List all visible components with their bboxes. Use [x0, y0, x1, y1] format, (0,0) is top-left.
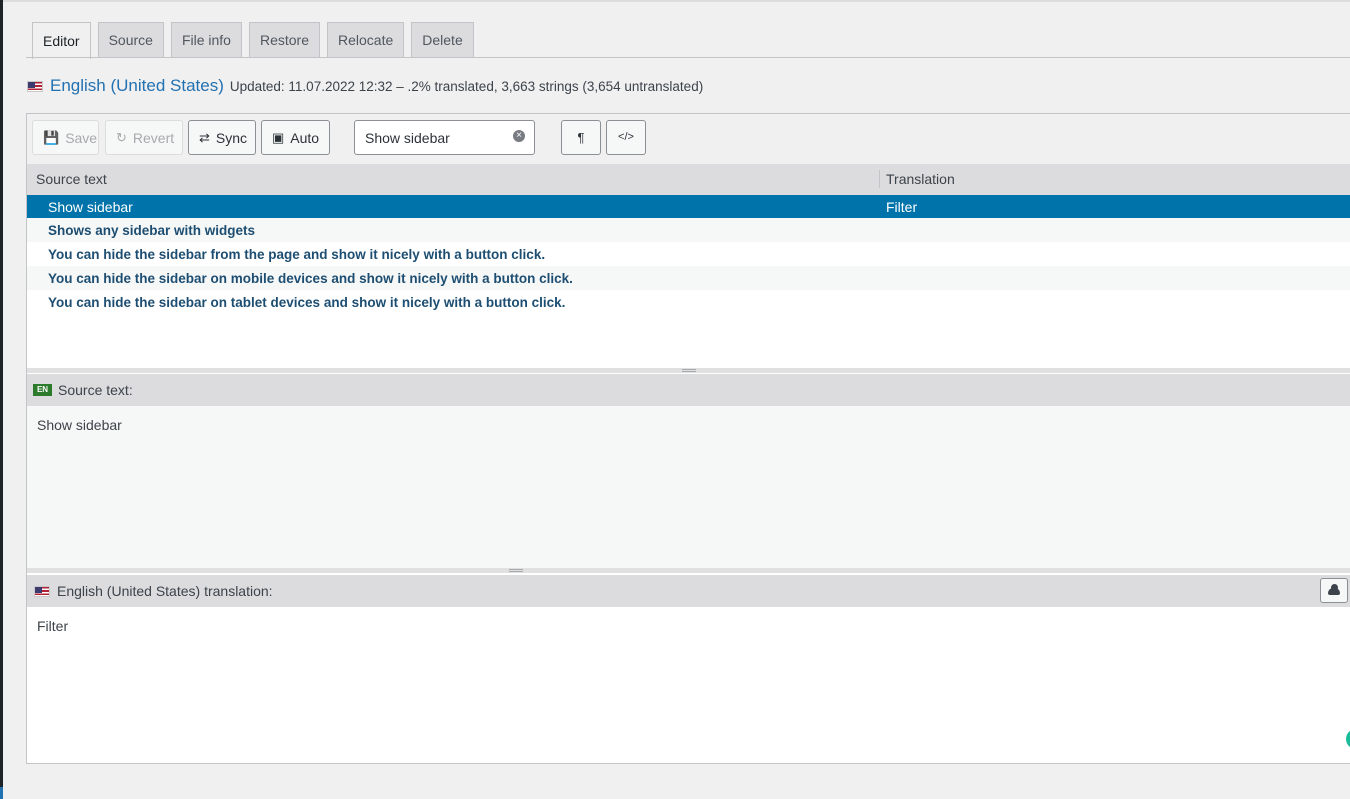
table-row[interactable]: You can hide the sidebar on tablet devic… [27, 290, 1350, 314]
revert-label: Revert [132, 129, 175, 146]
row-translation-text: Filter [886, 199, 918, 215]
locale-header: English (United States) Updated: 11.07.2… [27, 76, 703, 96]
filter-input[interactable] [354, 120, 535, 155]
save-button[interactable]: 💾 Save [32, 120, 99, 155]
table-row[interactable]: Show sidebar Filter [27, 195, 1350, 218]
strings-list: Show sidebar Filter Shows any sidebar wi… [27, 195, 1350, 314]
top-bar-shadow [3, 0, 1350, 2]
editor-toolbar: 💾 Save ↻ Revert ⇄ Sync ▣ Auto × ¶ </> [27, 114, 1350, 164]
source-text-title: Source text: [58, 382, 133, 398]
row-source-text: You can hide the sidebar on mobile devic… [48, 271, 573, 286]
translation-textarea[interactable]: Filter [27, 607, 1350, 763]
locale-status: Updated: 11.07.2022 12:32 – .2% translat… [229, 78, 704, 94]
auto-translate-button[interactable]: ▣ Auto [261, 120, 330, 155]
revert-button[interactable]: ↻ Revert [105, 120, 183, 155]
tab-file-info[interactable]: File info [170, 22, 242, 57]
code-icon: </> [618, 131, 634, 143]
source-text-view: Show sidebar [27, 406, 1350, 568]
sync-button[interactable]: ⇄ Sync [188, 120, 256, 155]
cloud-icon [1328, 584, 1340, 595]
admin-sidebar-edge [0, 0, 3, 799]
admin-sidebar-active-edge [0, 787, 3, 799]
grid-header: Source text Translation [27, 164, 1350, 195]
source-text-content: Show sidebar [37, 417, 122, 433]
translation-editor: Filter [27, 607, 1350, 763]
auto-label: Auto [290, 129, 320, 146]
editor-tabs: Editor Source File info Restore Relocate… [32, 22, 474, 59]
locale-name-link[interactable]: English (United States) [50, 76, 224, 96]
row-source-text: Shows any sidebar with widgets [48, 223, 256, 238]
save-icon: 💾 [43, 130, 60, 145]
table-row[interactable]: Shows any sidebar with widgets [27, 218, 1350, 242]
cloud-suggest-button[interactable] [1320, 578, 1348, 603]
toggle-invisibles-button[interactable]: ¶ [561, 120, 601, 155]
grip-icon [681, 369, 696, 372]
table-row[interactable]: You can hide the sidebar on mobile devic… [27, 266, 1350, 290]
source-text-header: EN Source text: [27, 374, 1350, 406]
tab-delete[interactable]: Delete [411, 22, 474, 57]
tab-restore[interactable]: Restore [248, 22, 320, 57]
revert-icon: ↻ [116, 130, 127, 145]
toggle-code-view-button[interactable]: </> [606, 120, 646, 155]
save-label: Save [65, 129, 98, 146]
us-flag-icon [34, 586, 50, 597]
pilcrow-icon: ¶ [577, 130, 585, 145]
column-header-source[interactable]: Source text [36, 171, 107, 187]
robot-icon: ▣ [272, 130, 285, 145]
sync-label: Sync [215, 129, 248, 146]
translation-title: English (United States) translation: [57, 583, 273, 599]
row-source-text: You can hide the sidebar from the page a… [48, 247, 546, 262]
tab-source[interactable]: Source [97, 22, 164, 57]
tab-relocate[interactable]: Relocate [327, 22, 405, 57]
grip-icon [508, 569, 523, 572]
source-splitter[interactable] [27, 568, 1350, 573]
table-row[interactable]: You can hide the sidebar from the page a… [27, 242, 1350, 266]
en-badge: EN [33, 384, 52, 396]
us-flag-icon [27, 80, 43, 92]
editor-panel: 💾 Save ↻ Revert ⇄ Sync ▣ Auto × ¶ </> So… [26, 113, 1350, 764]
row-source-text: Show sidebar [48, 199, 133, 215]
grid-splitter[interactable] [27, 368, 1350, 373]
tabs-baseline [26, 57, 1350, 58]
row-source-text: You can hide the sidebar on tablet devic… [48, 295, 566, 310]
column-header-translation[interactable]: Translation [886, 171, 955, 187]
sync-icon: ⇄ [199, 130, 210, 145]
translation-header: English (United States) translation: [27, 575, 1350, 607]
tab-editor[interactable]: Editor [32, 22, 91, 59]
column-divider[interactable] [879, 170, 880, 188]
clear-icon[interactable]: × [513, 130, 525, 142]
